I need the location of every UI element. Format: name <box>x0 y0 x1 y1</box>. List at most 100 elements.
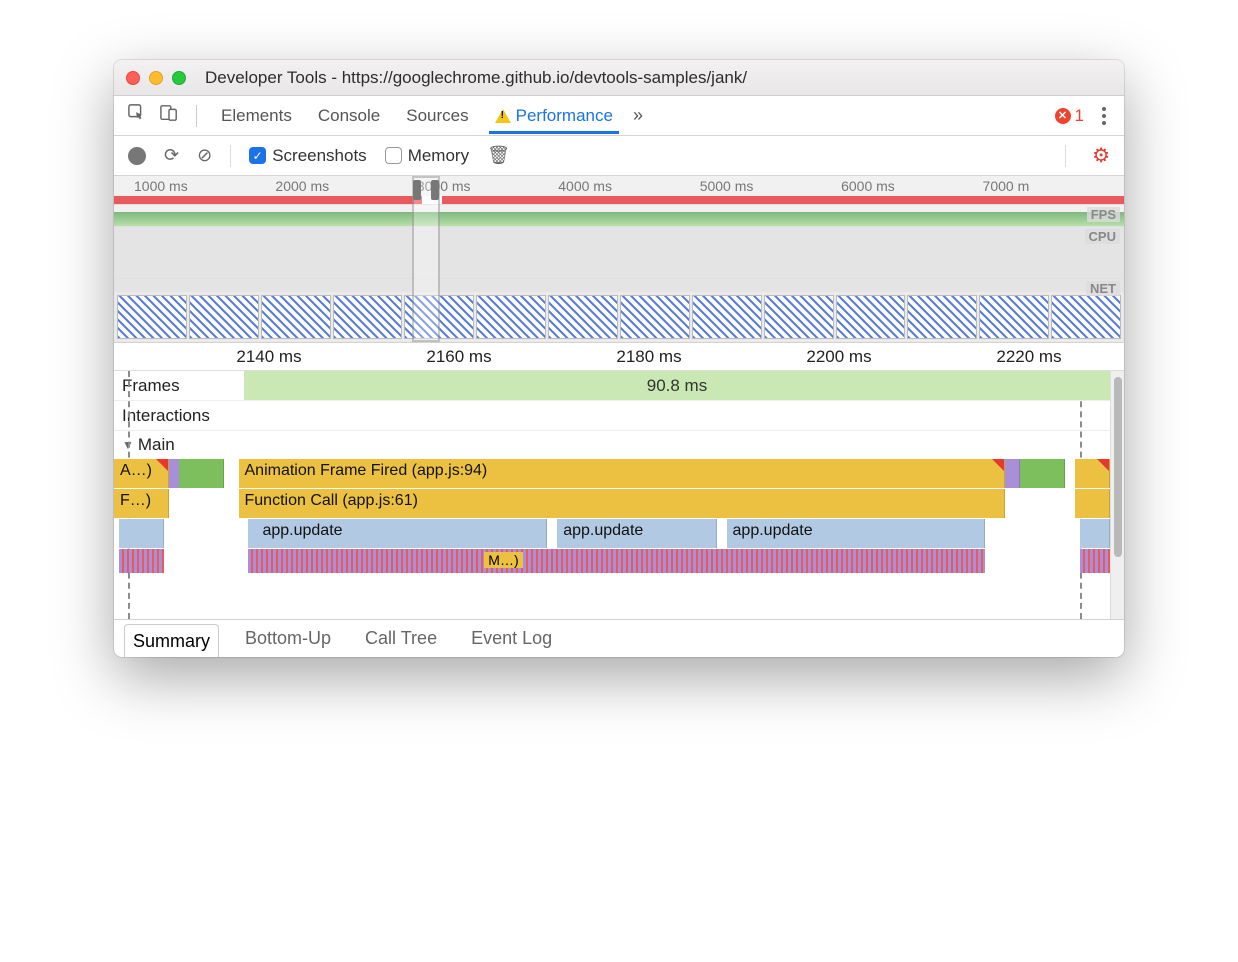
devtools-window: Developer Tools - https://googlechrome.g… <box>114 60 1124 657</box>
flame-bar-app-update[interactable]: app.update <box>557 519 716 548</box>
bar-label: app.update <box>563 522 643 539</box>
panel-tabs: Elements Console Sources Performance » ✕… <box>114 96 1124 136</box>
clear-button[interactable]: ⊘ <box>197 145 212 166</box>
tab-event-log[interactable]: Event Log <box>463 622 560 655</box>
ruler-tick: 5000 ms <box>700 178 841 194</box>
timeline-overview[interactable]: 1000 ms 2000 ms 3000 ms 4000 ms 5000 ms … <box>114 176 1124 343</box>
flame-bar-function-call[interactable]: Function Call (app.js:61) <box>239 489 1006 518</box>
ruler-tick: 2140 ms <box>174 347 364 367</box>
ruler-tick: 4000 ms <box>558 178 699 194</box>
overview-markers <box>114 196 1124 204</box>
tab-performance-label: Performance <box>516 106 613 126</box>
flame-bar[interactable] <box>1075 459 1110 488</box>
tab-bottom-up[interactable]: Bottom-Up <box>237 622 339 655</box>
checkbox-unchecked-icon[interactable] <box>385 147 402 164</box>
memory-option[interactable]: Memory <box>385 146 469 166</box>
flame-bar[interactable] <box>1020 459 1065 488</box>
flame-chart[interactable]: Frames 90.8 ms Interactions ▼ Main <box>114 371 1110 619</box>
performance-toolbar: ⟳ ⊘ ✓ Screenshots Memory 🗑 ⚙ <box>114 136 1124 176</box>
warning-icon <box>495 109 511 123</box>
overview-ruler: 1000 ms 2000 ms 3000 ms 4000 ms 5000 ms … <box>114 176 1124 196</box>
inspect-element-icon[interactable] <box>128 104 146 127</box>
ruler-tick: 2200 ms <box>744 347 934 367</box>
memory-label: Memory <box>408 146 469 166</box>
flame-bar[interactable] <box>1005 459 1020 488</box>
ruler-tick: 2180 ms <box>554 347 744 367</box>
error-count: 1 <box>1075 106 1084 126</box>
detail-ruler: 2140 ms 2160 ms 2180 ms 2200 ms 2220 ms <box>114 343 1124 371</box>
flame-row: app.update app.update app.update <box>114 519 1110 548</box>
frames-track[interactable]: Frames 90.8 ms <box>114 371 1110 401</box>
overview-selection[interactable] <box>412 176 440 342</box>
ruler-tick: 2000 ms <box>275 178 416 194</box>
flame-bar-app-update[interactable]: app.update <box>248 519 547 548</box>
checkbox-checked-icon[interactable]: ✓ <box>249 147 266 164</box>
frames-label: Frames <box>114 371 244 400</box>
device-toolbar-icon[interactable] <box>160 104 178 127</box>
cpu-lane: CPU <box>114 226 1124 278</box>
minimize-window-icon[interactable] <box>149 71 163 85</box>
screenshot-thumbnails[interactable] <box>114 292 1124 342</box>
close-window-icon[interactable] <box>126 71 140 85</box>
interactions-label: Interactions <box>114 401 244 430</box>
flame-bar[interactable]: F…) <box>114 489 169 518</box>
flame-bar-animation-frame[interactable]: Animation Frame Fired (app.js:94) <box>239 459 1006 488</box>
flame-bar[interactable] <box>179 459 224 488</box>
screenshots-option[interactable]: ✓ Screenshots <box>249 146 367 166</box>
bar-label: app.update <box>733 522 813 539</box>
error-icon: ✕ <box>1055 108 1071 124</box>
reload-record-button[interactable]: ⟳ <box>164 145 179 166</box>
tab-summary[interactable]: Summary <box>124 624 219 658</box>
main-track-header[interactable]: ▼ Main <box>114 431 1110 459</box>
flame-bar[interactable]: A…) <box>114 459 169 488</box>
interactions-track[interactable]: Interactions <box>114 401 1110 431</box>
flame-scrollbar[interactable] <box>1110 371 1124 619</box>
screenshots-label: Screenshots <box>272 146 367 166</box>
more-tabs-button[interactable]: » <box>633 105 643 126</box>
tab-elements[interactable]: Elements <box>215 98 298 134</box>
flame-bar[interactable] <box>1075 489 1110 518</box>
ruler-tick: 1000 ms <box>134 178 275 194</box>
window-title: Developer Tools - https://googlechrome.g… <box>205 68 747 88</box>
scrollbar-thumb[interactable] <box>1114 377 1122 557</box>
net-label: NET <box>1086 281 1120 296</box>
bar-label: F…) <box>120 492 151 509</box>
selection-handle-left[interactable] <box>413 180 421 200</box>
ruler-tick: 2160 ms <box>364 347 554 367</box>
settings-menu-icon[interactable] <box>1098 103 1110 129</box>
error-badge[interactable]: ✕ 1 <box>1055 106 1084 126</box>
tab-console[interactable]: Console <box>312 98 386 134</box>
frame-bar[interactable]: 90.8 ms <box>244 371 1110 400</box>
bar-label: Function Call (app.js:61) <box>245 492 418 509</box>
main-label-text: Main <box>138 435 175 455</box>
divider <box>196 105 197 127</box>
bar-label: A…) <box>120 462 152 479</box>
record-button[interactable] <box>128 147 146 165</box>
flame-bar-micro[interactable]: M…) <box>484 552 522 568</box>
selection-handle-right[interactable] <box>431 180 439 200</box>
flame-row: F…) Function Call (app.js:61) <box>114 489 1110 518</box>
tab-sources[interactable]: Sources <box>400 98 474 134</box>
garbage-collect-icon[interactable]: 🗑 <box>487 145 510 166</box>
details-tabs: Summary Bottom-Up Call Tree Event Log <box>114 619 1124 657</box>
flame-bar-app-update[interactable]: app.update <box>727 519 986 548</box>
fps-lane: FPS <box>114 204 1124 226</box>
window-titlebar: Developer Tools - https://googlechrome.g… <box>114 60 1124 96</box>
main-label: ▼ Main <box>114 431 244 459</box>
ruler-tick: 6000 ms <box>841 178 982 194</box>
bar-label: Animation Frame Fired (app.js:94) <box>245 462 488 479</box>
net-lane: NET <box>114 278 1124 292</box>
divider <box>1065 145 1066 167</box>
flame-chart-panel: Frames 90.8 ms Interactions ▼ Main <box>114 371 1124 619</box>
capture-settings-icon[interactable]: ⚙ <box>1092 143 1110 168</box>
bar-label: app.update <box>262 522 342 539</box>
divider <box>230 145 231 167</box>
tab-performance[interactable]: Performance <box>489 98 619 134</box>
flame-bar[interactable] <box>119 519 164 548</box>
flame-row: A…) Animation Frame Fired (app.js:94) <box>114 459 1110 488</box>
flame-row: M…) <box>114 549 1110 578</box>
zoom-window-icon[interactable] <box>172 71 186 85</box>
frame-duration: 90.8 ms <box>647 376 707 396</box>
flame-bar[interactable] <box>1080 519 1110 548</box>
tab-call-tree[interactable]: Call Tree <box>357 622 445 655</box>
